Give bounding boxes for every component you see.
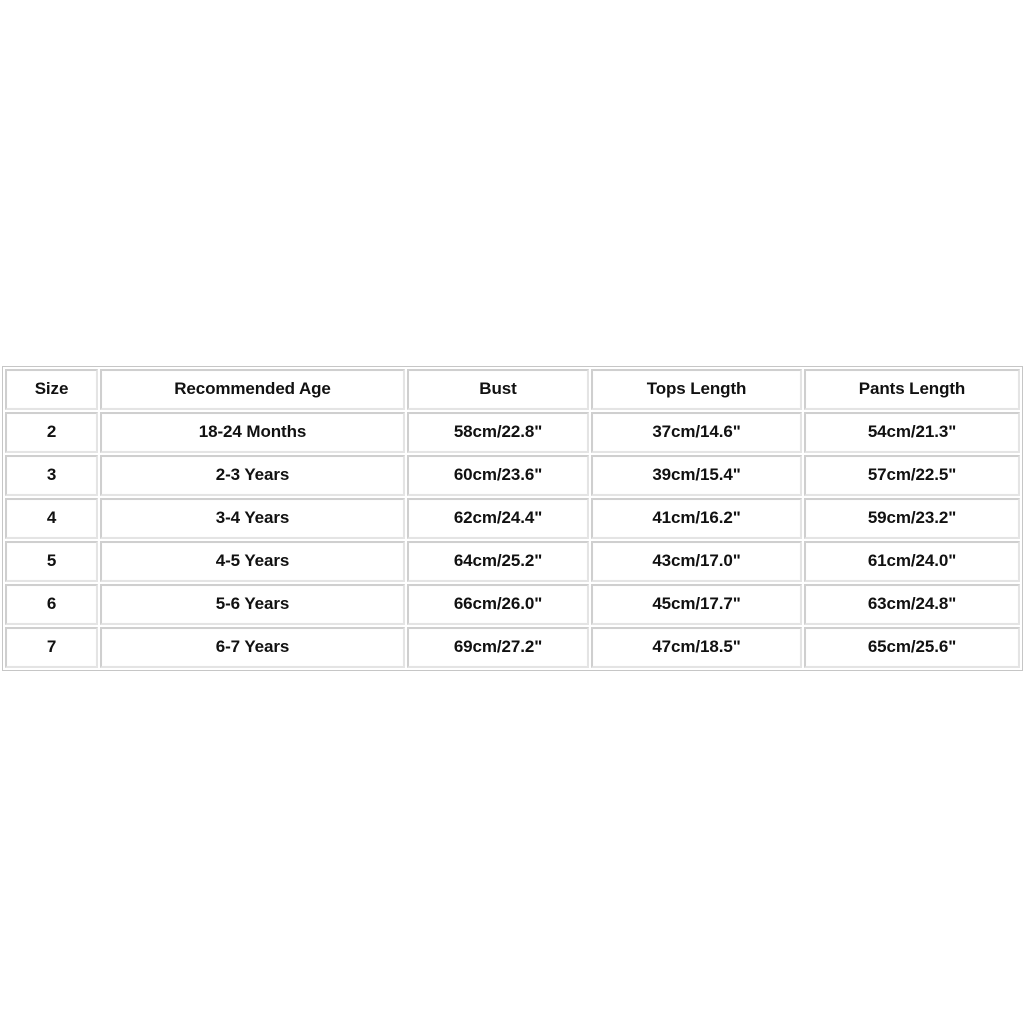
cell-tops: 37cm/14.6": [591, 412, 802, 453]
column-header-pants-length: Pants Length: [804, 369, 1020, 410]
table-header-row: Size Recommended Age Bust Tops Length Pa…: [5, 369, 1020, 410]
cell-pants: 65cm/25.6": [804, 627, 1020, 668]
table-row: 6 5-6 Years 66cm/26.0" 45cm/17.7" 63cm/2…: [5, 584, 1020, 625]
cell-bust: 60cm/23.6": [407, 455, 589, 496]
column-header-bust: Bust: [407, 369, 589, 410]
cell-size: 3: [5, 455, 98, 496]
cell-tops: 39cm/15.4": [591, 455, 802, 496]
cell-age: 4-5 Years: [100, 541, 405, 582]
cell-age: 3-4 Years: [100, 498, 405, 539]
cell-pants: 57cm/22.5": [804, 455, 1020, 496]
cell-pants: 63cm/24.8": [804, 584, 1020, 625]
table-row: 4 3-4 Years 62cm/24.4" 41cm/16.2" 59cm/2…: [5, 498, 1020, 539]
cell-size: 7: [5, 627, 98, 668]
cell-age: 18-24 Months: [100, 412, 405, 453]
size-chart-container: Size Recommended Age Bust Tops Length Pa…: [2, 366, 1023, 671]
column-header-recommended-age: Recommended Age: [100, 369, 405, 410]
cell-pants: 59cm/23.2": [804, 498, 1020, 539]
size-chart-header: Size Recommended Age Bust Tops Length Pa…: [5, 369, 1020, 410]
column-header-size: Size: [5, 369, 98, 410]
cell-bust: 69cm/27.2": [407, 627, 589, 668]
cell-bust: 58cm/22.8": [407, 412, 589, 453]
cell-tops: 41cm/16.2": [591, 498, 802, 539]
table-row: 2 18-24 Months 58cm/22.8" 37cm/14.6" 54c…: [5, 412, 1020, 453]
cell-bust: 64cm/25.2": [407, 541, 589, 582]
cell-pants: 54cm/21.3": [804, 412, 1020, 453]
cell-tops: 43cm/17.0": [591, 541, 802, 582]
cell-size: 2: [5, 412, 98, 453]
cell-age: 6-7 Years: [100, 627, 405, 668]
cell-pants: 61cm/24.0": [804, 541, 1020, 582]
cell-bust: 62cm/24.4": [407, 498, 589, 539]
size-chart-body: 2 18-24 Months 58cm/22.8" 37cm/14.6" 54c…: [5, 412, 1020, 668]
table-row: 7 6-7 Years 69cm/27.2" 47cm/18.5" 65cm/2…: [5, 627, 1020, 668]
cell-size: 5: [5, 541, 98, 582]
table-row: 3 2-3 Years 60cm/23.6" 39cm/15.4" 57cm/2…: [5, 455, 1020, 496]
cell-bust: 66cm/26.0": [407, 584, 589, 625]
cell-tops: 47cm/18.5": [591, 627, 802, 668]
cell-age: 2-3 Years: [100, 455, 405, 496]
cell-size: 4: [5, 498, 98, 539]
size-chart-table: Size Recommended Age Bust Tops Length Pa…: [2, 366, 1023, 671]
table-row: 5 4-5 Years 64cm/25.2" 43cm/17.0" 61cm/2…: [5, 541, 1020, 582]
page-canvas: Size Recommended Age Bust Tops Length Pa…: [0, 0, 1024, 1024]
cell-size: 6: [5, 584, 98, 625]
column-header-tops-length: Tops Length: [591, 369, 802, 410]
cell-age: 5-6 Years: [100, 584, 405, 625]
cell-tops: 45cm/17.7": [591, 584, 802, 625]
